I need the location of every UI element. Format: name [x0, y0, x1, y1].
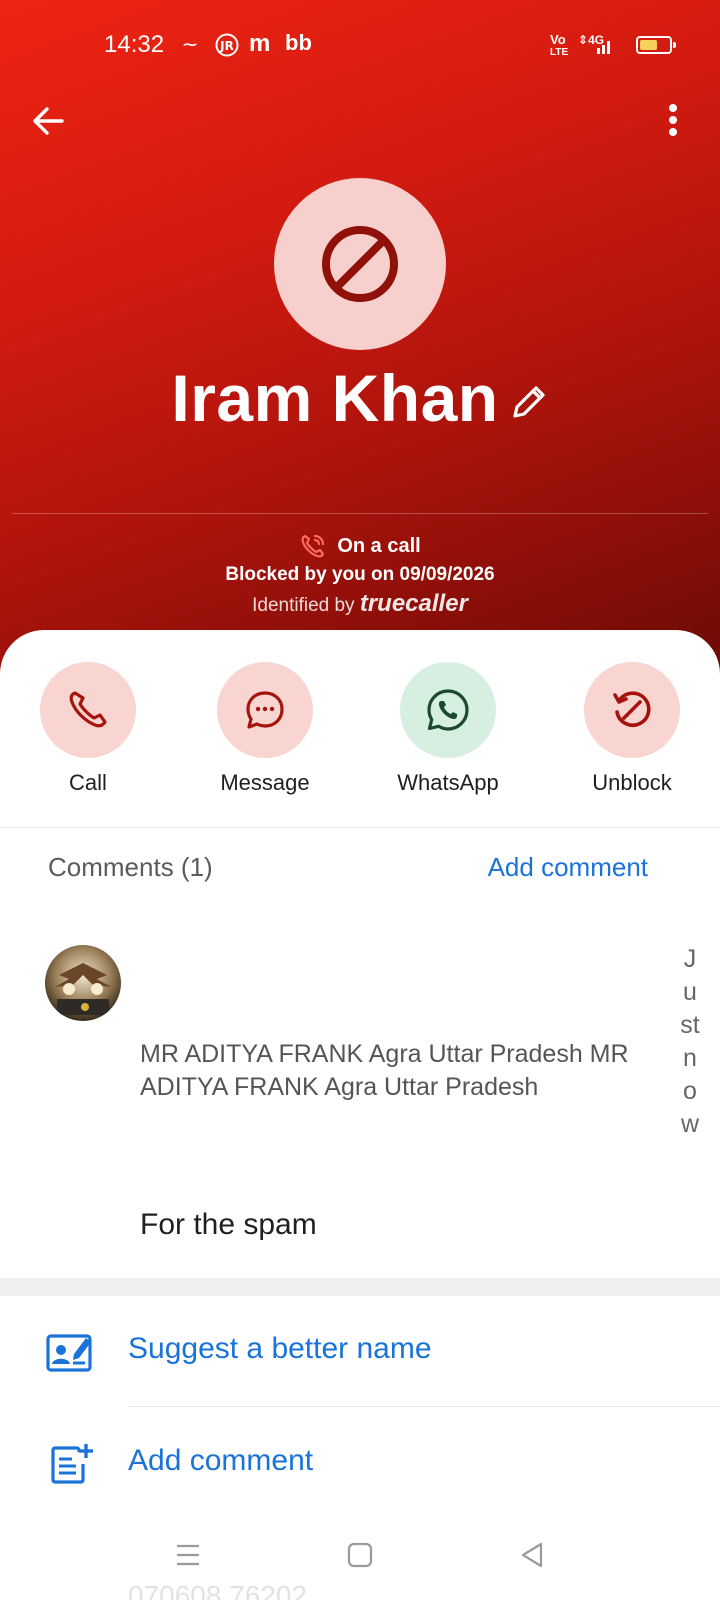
call-label: Call: [69, 770, 107, 795]
edit-name-button[interactable]: [509, 382, 549, 427]
more-vertical-icon: [669, 104, 677, 136]
svg-text:JR: JR: [219, 39, 234, 53]
comment-timestamp: Just now: [680, 945, 700, 1138]
call-status-text: On a call: [337, 534, 421, 557]
message-button-circle: [217, 662, 313, 758]
whatsapp-icon: [427, 689, 469, 731]
add-comment-icon: [46, 1442, 94, 1486]
whatsapp-label: WhatsApp: [397, 770, 499, 795]
unblock-button[interactable]: Unblock: [557, 662, 707, 796]
status-bar: 14:32 ⁓ JR m bb Vo LTE ⇕4G: [0, 0, 720, 90]
action-row: Call Message WhatsApp Unblock: [0, 662, 720, 812]
suggest-name-icon: [46, 1330, 94, 1374]
identified-prefix: Identified by: [252, 595, 355, 616]
header-divider: [12, 513, 708, 514]
comment-author: MR ADITYA FRANK Agra Uttar Pradesh MR AD…: [140, 1040, 629, 1101]
add-comment-label: Add comment: [128, 1444, 314, 1477]
missed-call-icon: ⁓: [183, 36, 197, 52]
nav-home-button[interactable]: [330, 1530, 390, 1580]
truecaller-logo: truecaller: [359, 590, 468, 617]
call-button-circle: [40, 662, 136, 758]
whatsapp-button-circle: [400, 662, 496, 758]
message-label: Message: [220, 770, 310, 795]
blocked-info: Blocked by you on 09/09/2026: [225, 564, 495, 585]
actions-divider: [0, 827, 720, 828]
nav-back-button[interactable]: [502, 1530, 562, 1580]
comments-title: Comments (1): [48, 852, 213, 882]
pencil-icon: [513, 386, 545, 418]
status-time: 14:32: [104, 31, 165, 58]
suggest-name-item[interactable]: Suggest a better name: [0, 1302, 720, 1402]
comment-text: For the spam: [140, 1208, 317, 1241]
signal-bars-icon: [597, 38, 613, 59]
unblock-button-circle: [584, 662, 680, 758]
blocked-icon: [322, 226, 398, 302]
identified-by: Identified by truecaller: [0, 590, 720, 618]
comments-header: Comments (1) Add comment: [48, 852, 648, 888]
contact-name-row: Iram Khan: [0, 360, 720, 450]
add-comment-link[interactable]: Add comment: [488, 852, 648, 883]
unblock-label: Unblock: [592, 770, 672, 795]
volte-label-bottom: LTE: [550, 47, 569, 58]
message-icon: [246, 691, 284, 729]
unblock-icon: [613, 691, 651, 727]
add-comment-item[interactable]: Add comment: [0, 1414, 720, 1514]
battery-nub: [673, 42, 676, 48]
commenter-avatar: [45, 945, 121, 1021]
options-divider: [128, 1406, 720, 1407]
battery-icon: [636, 36, 676, 54]
home-square-icon: [347, 1542, 373, 1568]
phone-ring-icon: [301, 534, 325, 558]
volte-label-top: Vo: [550, 32, 566, 47]
call-button[interactable]: Call: [13, 662, 163, 796]
m-app-icon: m: [249, 30, 271, 57]
bb-app-icon: bb: [285, 30, 312, 55]
whatsapp-button[interactable]: WhatsApp: [373, 662, 523, 796]
nav-recents-button[interactable]: [158, 1530, 218, 1580]
battery-level: [640, 40, 657, 50]
jr-app-icon: JR: [214, 32, 240, 64]
blocked-avatar: [274, 178, 446, 350]
menu-icon: [177, 1544, 199, 1566]
triangle-back-icon: [521, 1542, 543, 1568]
arrow-left-icon: [33, 107, 64, 135]
contact-name: Iram Khan: [171, 361, 499, 435]
call-status-block: On a call Blocked by you on 09/09/2026 I…: [0, 530, 720, 618]
system-navigation-bar: [0, 1520, 720, 1600]
phone-icon: [69, 691, 107, 728]
suggest-name-label: Suggest a better name: [128, 1332, 432, 1365]
section-separator: [0, 1278, 720, 1296]
call-status-line: On a call: [0, 530, 720, 562]
volte-indicator: Vo LTE: [550, 32, 569, 58]
more-options-button[interactable]: [650, 98, 696, 144]
message-button[interactable]: Message: [190, 662, 340, 796]
back-button[interactable]: [26, 98, 72, 144]
